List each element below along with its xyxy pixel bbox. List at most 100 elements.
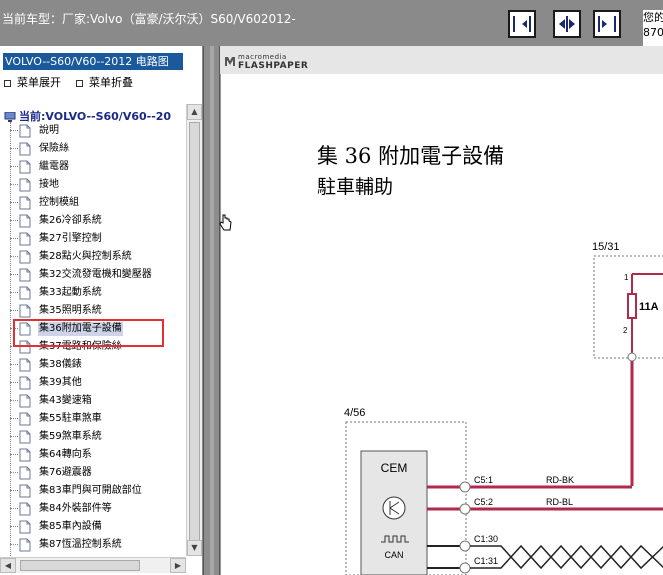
tree-item-label: 說明 xyxy=(39,125,59,136)
tree-connector xyxy=(10,436,18,437)
nav-prev-button[interactable] xyxy=(508,10,536,38)
connector-c1-31 xyxy=(459,562,471,574)
current-model-title: 当前车型：厂家:Volvo（富豪/沃尔沃）S60/V602012- xyxy=(2,12,296,26)
tree-item[interactable]: 集76避震器 xyxy=(10,464,186,482)
top-right-panel: 您的 870 xyxy=(643,10,663,46)
document-icon xyxy=(19,142,31,156)
tree-item[interactable]: 說明 xyxy=(10,122,186,140)
computer-icon xyxy=(4,111,16,122)
pane-divider[interactable] xyxy=(203,46,220,575)
document-icon xyxy=(19,466,31,480)
vertical-scroll-thumb[interactable] xyxy=(189,122,200,542)
tree-item-label: 集28點火與控制系統 xyxy=(39,251,132,262)
tree-item[interactable]: 集84外裝部件等 xyxy=(10,500,186,518)
pin-2-label: 2 xyxy=(623,326,628,335)
tree-item[interactable]: 集28點火與控制系統 xyxy=(10,248,186,266)
document-icon xyxy=(19,484,31,498)
menu-expand-label: 菜单展开 xyxy=(17,76,61,89)
scroll-down-icon[interactable]: ▼ xyxy=(187,540,202,556)
tree-item[interactable]: 繼電器 xyxy=(10,158,186,176)
document-icon xyxy=(19,412,31,426)
connector-label-c1-31: C1:31 xyxy=(474,556,498,566)
divider-grip[interactable] xyxy=(210,46,214,575)
menu-collapse-label: 菜单折叠 xyxy=(89,76,133,89)
connector-c5-1 xyxy=(459,481,471,493)
tree-item[interactable]: 集55駐車煞車 xyxy=(10,410,186,428)
tree-connector xyxy=(10,184,18,185)
tree-item[interactable]: 集59煞車系統 xyxy=(10,428,186,446)
tree-item[interactable]: 集38儀錶 xyxy=(10,356,186,374)
tree-item-label: 集55駐車煞車 xyxy=(39,413,102,424)
top-right-line-1: 您的 xyxy=(643,11,663,24)
tree-connector xyxy=(10,130,18,131)
document-icon xyxy=(19,214,31,228)
connector-label-c1-30: C1:30 xyxy=(474,534,498,544)
selection-highlight-box xyxy=(13,319,164,347)
document-icon xyxy=(19,430,31,444)
tree-item[interactable]: 保險絲 xyxy=(10,140,186,158)
sidebar-vertical-scrollbar[interactable]: ▲ ▼ xyxy=(186,104,202,556)
brand-big-label: FLASHPAPER xyxy=(238,61,309,71)
tree-connector xyxy=(10,526,18,527)
tree-item-label: 集85車內設備 xyxy=(39,521,102,532)
scroll-left-icon[interactable]: ◀ xyxy=(0,558,16,573)
menu-expand-link[interactable]: 菜单展开 xyxy=(4,74,61,90)
scroll-right-icon[interactable]: ▶ xyxy=(170,558,186,573)
transistor-icon xyxy=(382,496,406,520)
can-label: CAN xyxy=(384,550,403,560)
tree-connector xyxy=(10,256,18,257)
tree-item[interactable]: 接地 xyxy=(10,176,186,194)
tree-connector xyxy=(10,508,18,509)
tree-item[interactable]: 控制模組 xyxy=(10,194,186,212)
tree-connector xyxy=(10,166,18,167)
tree-item[interactable]: 集43變速箱 xyxy=(10,392,186,410)
flashpaper-bar: macromedia FLASHPAPER xyxy=(220,46,663,74)
menu-collapse-link[interactable]: 菜单折叠 xyxy=(76,74,133,90)
tree-item[interactable]: 集87恆溫控制系統 xyxy=(10,536,186,554)
horizontal-scroll-thumb[interactable] xyxy=(20,560,140,571)
tree-item-label: 集43變速箱 xyxy=(39,395,92,406)
document-icon xyxy=(19,376,31,390)
split-arrows-icon xyxy=(559,16,575,32)
tree-connector xyxy=(10,400,18,401)
document-icon xyxy=(19,286,31,300)
document-icon xyxy=(19,196,31,210)
connector-c1-30 xyxy=(459,540,471,552)
pin-1-label: 1 xyxy=(624,273,629,282)
nav-split-button[interactable] xyxy=(553,10,581,38)
sidebar-horizontal-scrollbar[interactable]: ◀ ▶ xyxy=(0,557,186,573)
tree-item-label: 集59煞車系統 xyxy=(39,431,102,442)
fuse-label: 11A xyxy=(639,301,659,313)
tree-item-label: 繼電器 xyxy=(39,161,69,172)
tree-item[interactable]: 集26冷卻系統 xyxy=(10,212,186,230)
brand-small-label: macromedia xyxy=(238,53,287,61)
label-15-31: 15/31 xyxy=(592,241,620,253)
cem-label: CEM xyxy=(381,461,408,475)
tree-item-label: 集87恆溫控制系統 xyxy=(39,539,122,550)
tree-item[interactable]: 集85車內設備 xyxy=(10,518,186,536)
tree-item-label: 集35照明系統 xyxy=(39,305,102,316)
tree-connector xyxy=(10,274,18,275)
tree-item[interactable]: 集39其他 xyxy=(10,374,186,392)
fuse-symbol xyxy=(627,293,637,319)
connector-label-c5-1: C5:1 xyxy=(474,475,493,485)
tree-item[interactable]: 集64轉向系 xyxy=(10,446,186,464)
arrow-right-icon xyxy=(598,16,616,32)
tree-item[interactable]: 集83車門與可開啟部位 xyxy=(10,482,186,500)
tree-item[interactable]: 集27引擎控制 xyxy=(10,230,186,248)
tree-item-label: 集76避震器 xyxy=(39,467,92,478)
tree-item-label: 集84外裝部件等 xyxy=(39,503,112,514)
sidebar-header: VOLVO--S60/V60--2012 电路图 xyxy=(3,53,183,70)
tree-item-label: 集39其他 xyxy=(39,377,82,388)
document-icon xyxy=(19,268,31,282)
arrow-left-icon xyxy=(513,16,531,32)
nav-next-button[interactable] xyxy=(593,10,621,38)
tree-item[interactable]: 集33起動系統 xyxy=(10,284,186,302)
document-viewer: macromedia FLASHPAPER 集 36 附加電子設備 駐車輔助 1… xyxy=(220,46,663,575)
tree-item-label: 集38儀錶 xyxy=(39,359,82,370)
tree-item[interactable]: 集35照明系統 xyxy=(10,302,186,320)
tree-item[interactable]: 集32交流發電機和變壓器 xyxy=(10,266,186,284)
tree-connector xyxy=(10,148,18,149)
twisted-pair-a xyxy=(470,544,663,570)
scroll-up-icon[interactable]: ▲ xyxy=(187,104,202,120)
